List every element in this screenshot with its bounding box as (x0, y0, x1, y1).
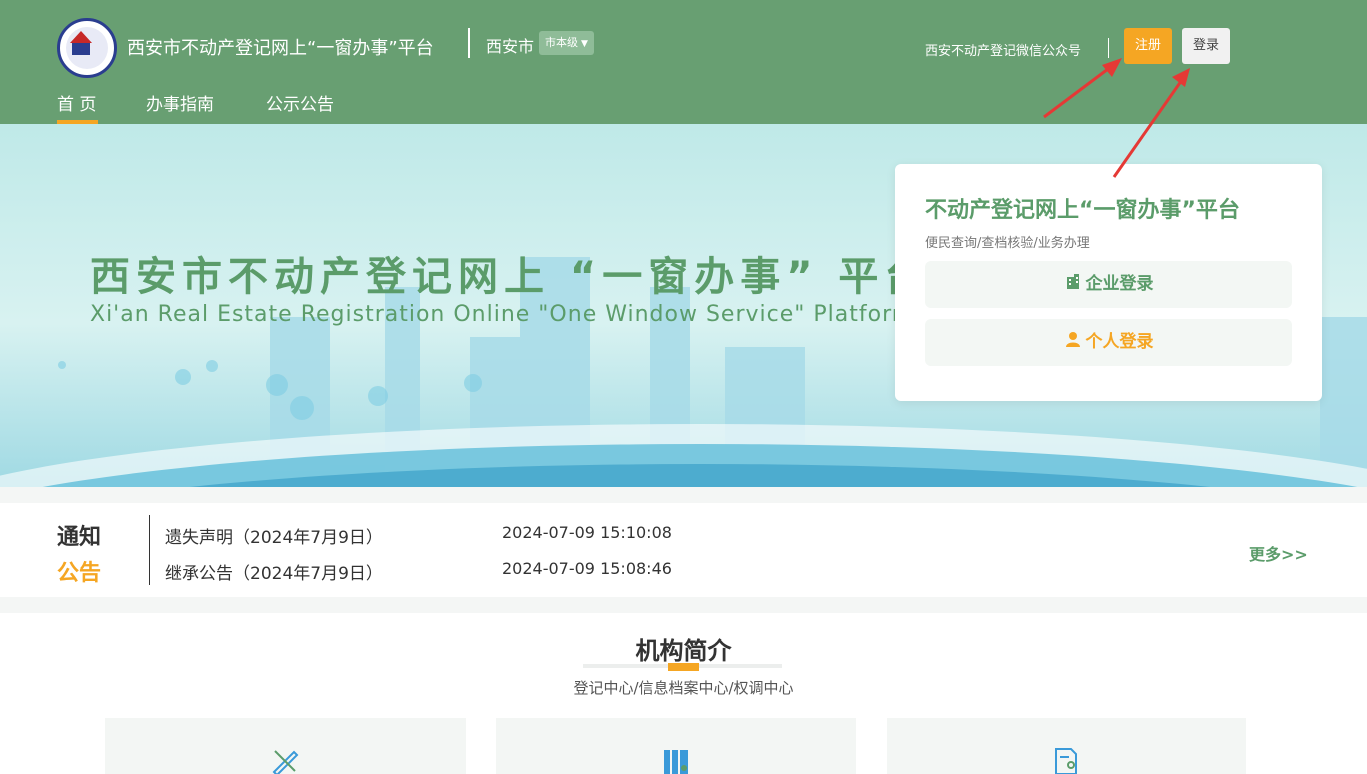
bubble-shape (290, 396, 314, 420)
intro-card-survey[interactable] (887, 718, 1246, 774)
register-button[interactable]: 注册 (1124, 28, 1172, 64)
agency-intro-section: 机构简介 登记中心/信息档案中心/权调中心 (0, 613, 1367, 774)
more-notices-link[interactable]: 更多>> (1249, 541, 1308, 565)
document-location-icon (1050, 746, 1082, 774)
logo-house-shape (70, 31, 92, 43)
nav-home[interactable]: 首 页 (57, 90, 96, 115)
level-select-value: 市本级 (545, 36, 578, 49)
notice-divider (149, 515, 150, 585)
pen-ruler-icon (269, 746, 301, 774)
notice-item-time: 2024-07-09 15:10:08 (502, 523, 672, 542)
banner-title: 西安市不动产登记网上 “一窗办事” 平台 (90, 254, 931, 300)
site-logo[interactable] (57, 18, 117, 78)
top-header: 西安市不动产登记网上“一窗办事”平台 西安市 市本级 ▼ 西安不动产登记微信公众号… (0, 0, 1367, 124)
notice-label-top: 通知 (57, 525, 102, 550)
notice-item-title[interactable]: 遗失声明（2024年7月9日） (165, 523, 383, 548)
intro-title-accent (668, 663, 699, 671)
notice-item-time: 2024-07-09 15:08:46 (502, 559, 672, 578)
site-title: 西安市不动产登记网上“一窗办事”平台 (127, 38, 434, 59)
bubble-shape (58, 361, 66, 369)
wechat-divider (1108, 38, 1109, 58)
login-card: 不动产登记网上“一窗办事”平台 便民查询/查档核验/业务办理 企业登录 个人登录 (895, 164, 1322, 401)
bubble-shape (266, 374, 288, 396)
logo-base-shape (72, 43, 90, 55)
enterprise-login-button[interactable]: 企业登录 (925, 261, 1292, 308)
intro-title: 机构简介 (635, 637, 732, 665)
intro-subtitle: 登记中心/信息档案中心/权调中心 (573, 679, 794, 697)
notice-item-title[interactable]: 继承公告（2024年7月9日） (165, 559, 383, 584)
bubble-shape (464, 374, 482, 392)
wechat-account-link[interactable]: 西安不动产登记微信公众号 (925, 40, 1081, 59)
enterprise-login-label: 企业登录 (1085, 274, 1154, 294)
nav-guide[interactable]: 办事指南 (146, 90, 214, 115)
notice-label-bottom: 公告 (57, 561, 102, 586)
bubble-shape (175, 369, 191, 385)
city-name: 西安市 (486, 37, 535, 56)
bubble-shape (368, 386, 388, 406)
login-card-subtitle: 便民查询/查档核验/业务办理 (925, 236, 1090, 251)
banner-subtitle: Xi'an Real Estate Registration Online "O… (90, 302, 915, 327)
header-divider (468, 28, 470, 58)
intro-card-archives[interactable] (496, 718, 856, 774)
archive-icon (660, 746, 692, 774)
person-icon (1064, 320, 1082, 367)
bubble-shape (206, 360, 218, 372)
login-card-title: 不动产登记网上“一窗办事”平台 (925, 198, 1240, 223)
nav-announcements[interactable]: 公示公告 (266, 90, 334, 115)
building-icon (1064, 262, 1082, 309)
level-select[interactable]: 市本级 ▼ (539, 31, 594, 55)
personal-login-button[interactable]: 个人登录 (925, 319, 1292, 366)
login-button[interactable]: 登录 (1182, 28, 1230, 64)
notice-section: 通知 公告 遗失声明（2024年7月9日） 2024-07-09 15:10:0… (0, 503, 1367, 597)
personal-login-label: 个人登录 (1085, 332, 1154, 352)
chevron-down-icon: ▼ (581, 39, 588, 49)
intro-card-registration[interactable] (105, 718, 466, 774)
